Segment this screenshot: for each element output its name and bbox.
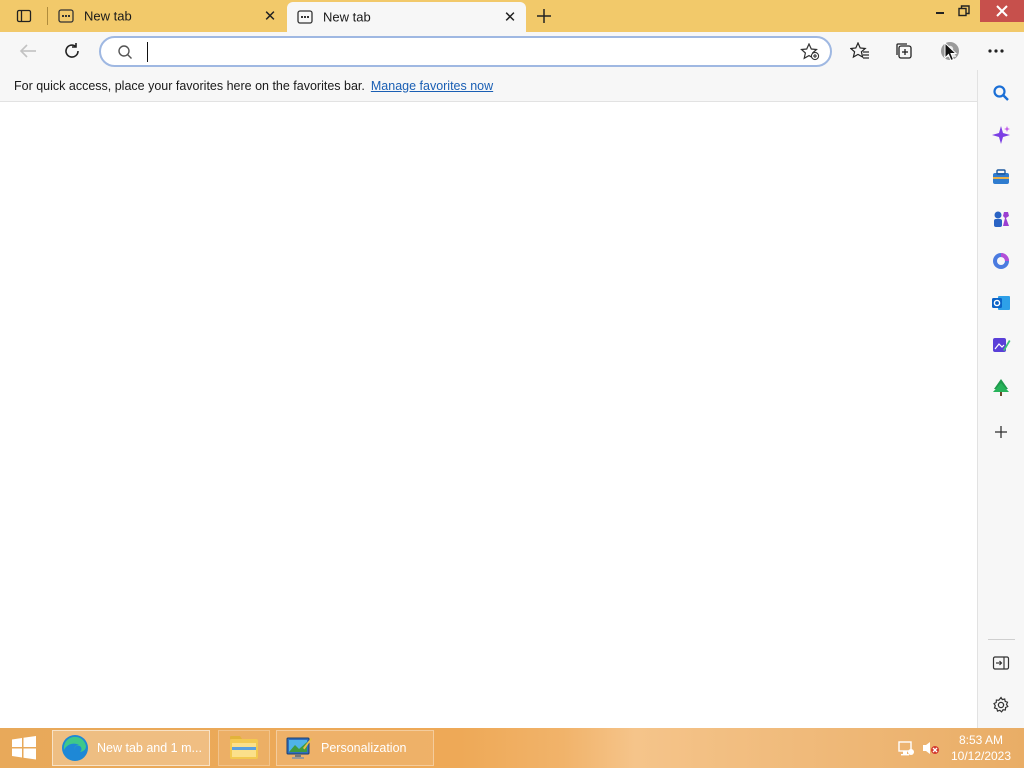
taskbar-personalization-item[interactable]: Personalization (276, 730, 434, 766)
tab-close-icon[interactable]: ✕ (502, 9, 518, 26)
favorites-bar: For quick access, place your favorites h… (0, 70, 977, 102)
tab-actions-icon (16, 9, 32, 23)
back-button[interactable] (13, 36, 43, 66)
refresh-button[interactable] (57, 36, 87, 66)
sidebar-copilot-button[interactable] (987, 121, 1015, 149)
taskbar-clock[interactable]: 8:53 AM 10/12/2023 (944, 732, 1018, 764)
office-icon (993, 253, 1009, 269)
plus-icon (537, 9, 551, 23)
close-window-button[interactable] (980, 0, 1024, 22)
favorites-icon (850, 42, 869, 59)
sidebar-designer-button[interactable] (987, 331, 1015, 359)
refresh-icon (65, 43, 79, 58)
minimize-icon (936, 12, 944, 14)
search-icon (117, 44, 133, 65)
tab-new-tab-1[interactable]: New tab ✕ (48, 0, 286, 32)
windows-taskbar: New tab and 1 m... Personalization 8:53 … (0, 728, 1024, 768)
sidebar-office-button[interactable] (987, 247, 1015, 275)
address-input[interactable] (147, 42, 767, 62)
settings-gear-icon (993, 696, 1009, 713)
tab-new-tab-2[interactable]: New tab ✕ (287, 2, 526, 32)
browser-toolbar (0, 32, 1024, 70)
add-icon (995, 426, 1007, 438)
tab-actions-button[interactable] (8, 4, 40, 28)
taskbar-file-explorer-item[interactable] (218, 730, 270, 766)
clock-date: 10/12/2023 (950, 749, 1012, 763)
close-icon (996, 5, 1008, 17)
restore-button[interactable] (948, 0, 980, 22)
sidebar-games-button[interactable] (987, 205, 1015, 233)
new-tab-favicon-icon (297, 10, 313, 24)
taskbar-item-label: New tab and 1 m... (97, 741, 202, 755)
taskbar-edge-item[interactable]: New tab and 1 m... (52, 730, 210, 766)
sidebar-divider (988, 639, 1015, 640)
windows-logo-icon (12, 736, 36, 760)
taskbar-item-label: Personalization (321, 741, 407, 755)
restore-icon (958, 5, 970, 17)
sidebar-tree-button[interactable] (987, 373, 1015, 401)
tree-icon (993, 379, 1009, 396)
settings-and-more-button[interactable] (981, 36, 1011, 66)
collections-button[interactable] (889, 36, 919, 66)
favorites-button[interactable] (845, 36, 875, 66)
clock-time: 8:53 AM (958, 733, 1004, 747)
tab-label: New tab (84, 8, 132, 24)
hide-sidebar-icon (992, 656, 1010, 670)
tools-icon (993, 169, 1009, 184)
file-explorer-icon (228, 733, 260, 764)
page-content (0, 103, 977, 728)
designer-icon (993, 338, 1011, 352)
tab-label: New tab (323, 9, 371, 25)
title-bar: New tab ✕ New tab ✕ (0, 0, 1024, 32)
start-button[interactable] (8, 734, 40, 762)
manage-favorites-link[interactable]: Manage favorites now (371, 79, 493, 93)
sidebar-outlook-button[interactable] (987, 289, 1015, 317)
copilot-icon (992, 126, 1010, 144)
address-bar[interactable] (99, 36, 832, 67)
collections-icon (896, 43, 912, 59)
personalization-icon (283, 732, 315, 764)
sidebar-tools-button[interactable] (987, 163, 1015, 191)
edge-icon (59, 732, 91, 764)
games-icon (994, 211, 1009, 227)
new-tab-button[interactable] (532, 4, 556, 28)
new-tab-favicon-icon (58, 9, 74, 23)
sidebar-settings-button[interactable] (987, 691, 1015, 719)
more-horizontal-icon (988, 49, 1004, 53)
tray-network-icon[interactable] (896, 738, 916, 758)
sidebar-search-button[interactable] (987, 79, 1015, 107)
search-icon (993, 85, 1009, 101)
back-arrow-icon (19, 44, 36, 58)
outlook-icon (992, 296, 1010, 310)
sidebar-add-button[interactable] (987, 418, 1015, 446)
add-favorite-star-icon[interactable] (800, 42, 820, 66)
tray-volume-muted-icon[interactable] (921, 738, 941, 758)
sidebar-hide-button[interactable] (987, 649, 1015, 677)
edge-sidebar (977, 70, 1024, 728)
mouse-cursor-icon (944, 41, 958, 67)
favorites-bar-message: For quick access, place your favorites h… (14, 78, 365, 93)
tab-close-icon[interactable]: ✕ (262, 8, 278, 25)
